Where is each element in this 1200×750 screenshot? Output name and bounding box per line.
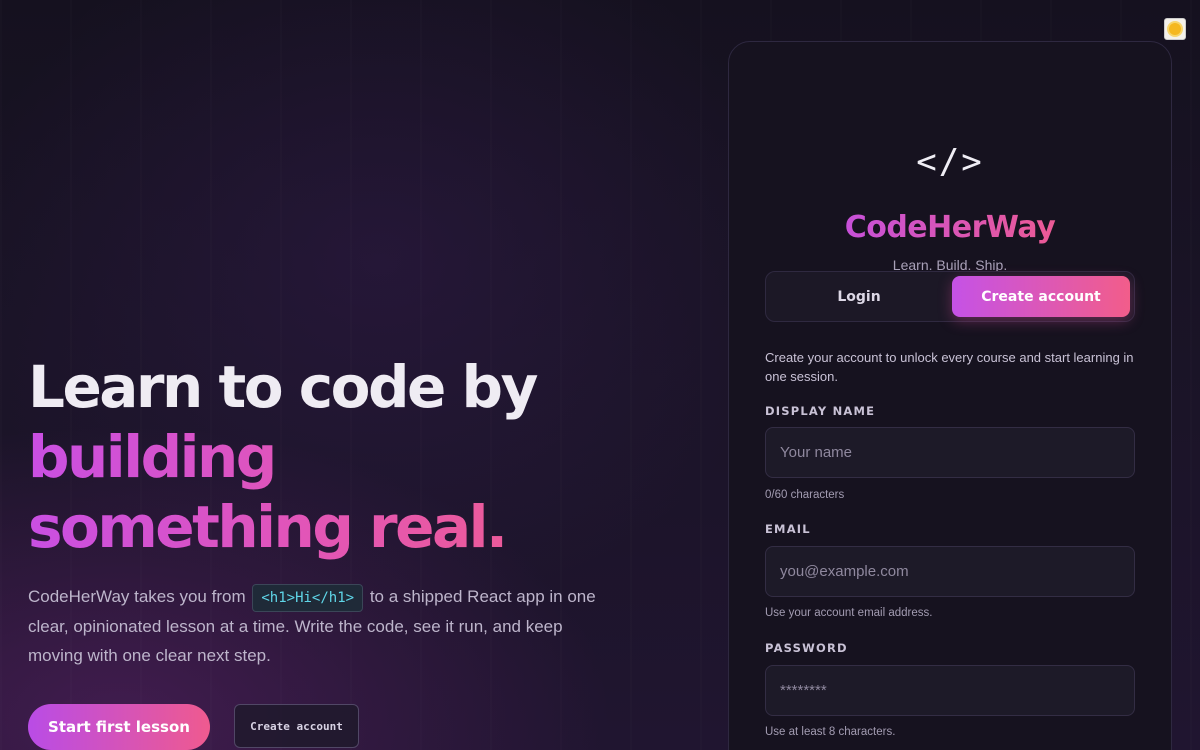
sun-icon — [1169, 23, 1181, 35]
create-account-button[interactable]: Create account — [234, 704, 359, 748]
hero-title: Learn to code by building something real… — [28, 352, 648, 562]
hero-title-line-2: building — [28, 422, 648, 492]
hero-title-line-1: Learn to code by — [28, 353, 538, 421]
brand-name: CodeHerWay — [729, 210, 1171, 245]
theme-toggle-button[interactable] — [1164, 18, 1186, 40]
form-intro: Create your account to unlock every cour… — [765, 350, 1134, 384]
code-logo-icon: </> — [916, 142, 984, 182]
hero-actions: Start first lesson Create account — [28, 704, 359, 750]
password-label: PASSWORD — [765, 641, 848, 655]
hero-description: CodeHerWay takes you from <h1>Hi</h1> to… — [28, 582, 598, 670]
app-page: Learn to code by building something real… — [0, 0, 1200, 750]
hero-desc-before: CodeHerWay takes you from — [28, 587, 246, 606]
email-input[interactable] — [765, 546, 1135, 597]
password-hint: Use at least 8 characters. — [765, 726, 896, 738]
display-name-hint: 0/60 characters — [765, 489, 845, 501]
email-hint: Use your account email address. — [765, 607, 933, 619]
auth-tabs: Login Create account — [765, 271, 1135, 322]
display-name-label: DISPLAY NAME — [765, 404, 876, 418]
code-snippet: <h1>Hi</h1> — [252, 584, 364, 612]
tab-login[interactable]: Login — [770, 276, 948, 317]
hero-title-line-3: something real. — [28, 492, 648, 562]
start-first-lesson-button[interactable]: Start first lesson — [28, 704, 210, 750]
password-input[interactable] — [765, 665, 1135, 716]
tab-create-account[interactable]: Create account — [952, 276, 1130, 317]
display-name-input[interactable] — [765, 427, 1135, 478]
hero-section: Learn to code by building something real… — [28, 352, 648, 670]
email-label: EMAIL — [765, 522, 811, 536]
